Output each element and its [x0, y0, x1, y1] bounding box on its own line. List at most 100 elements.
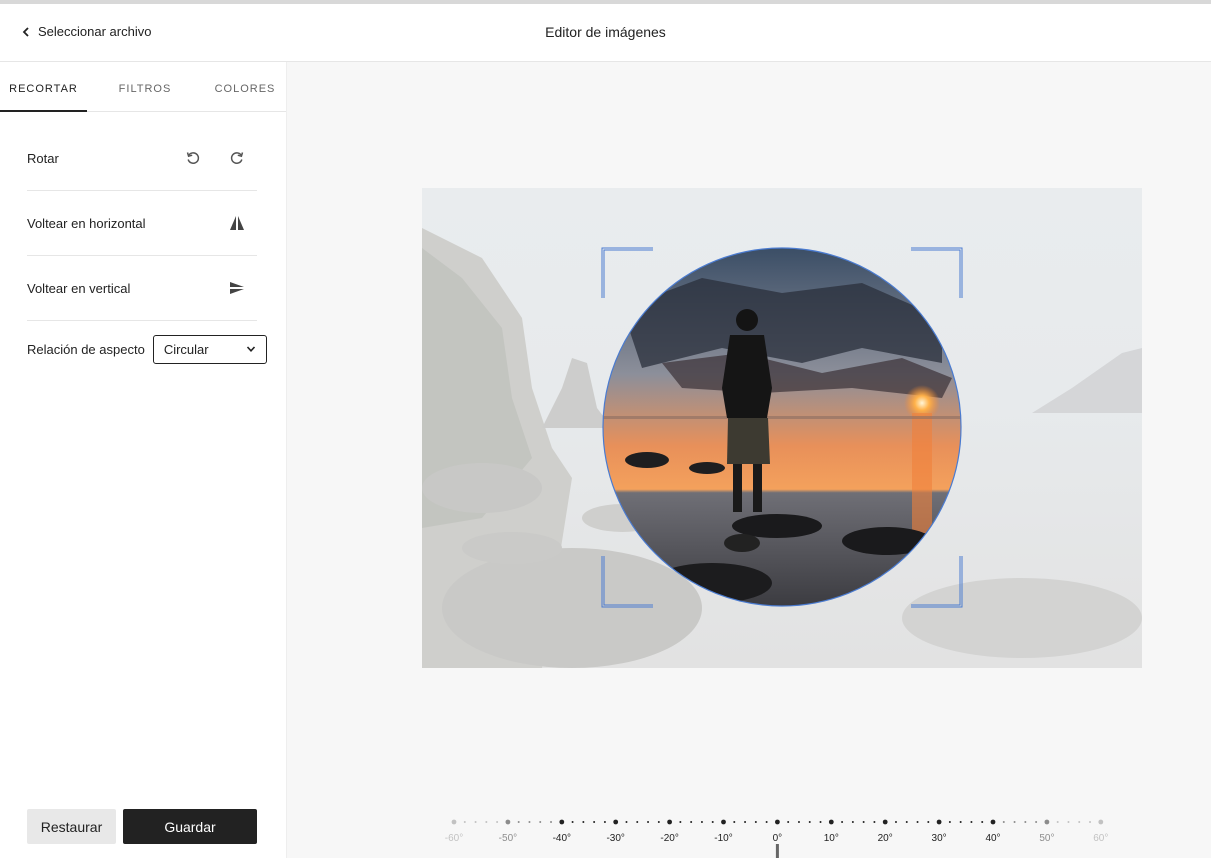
- ruler-minor-tick: [636, 821, 639, 823]
- ruler-minor-tick: [797, 821, 800, 823]
- tab-filtros[interactable]: FILTROS: [100, 62, 190, 112]
- ruler-minor-tick: [733, 821, 736, 823]
- ruler-minor-tick: [517, 821, 520, 823]
- tab-recortar[interactable]: RECORTAR: [0, 62, 87, 112]
- rotation-ruler-svg[interactable]: -60° -50° -40° -30° -20° -10° 0° 10° 20° 30° 40° 50…: [442, 807, 1122, 858]
- aspect-ratio-select[interactable]: Circular: [152, 334, 267, 364]
- ruler-tick-label: -40°: [553, 833, 571, 844]
- rotate-left-icon: [186, 152, 200, 164]
- ruler-minor-tick: [819, 821, 822, 823]
- ruler-minor-tick: [690, 821, 693, 823]
- ruler-tick-label: 30°: [932, 833, 947, 844]
- ruler-major-tick: [613, 819, 619, 825]
- ruler-minor-tick: [841, 821, 844, 823]
- ruler-tick-label: 10°: [824, 833, 839, 844]
- ruler-minor-tick: [851, 821, 854, 823]
- ruler-major-tick: [451, 819, 457, 825]
- image-canvas[interactable]: [422, 188, 1142, 668]
- ruler-minor-tick: [711, 821, 714, 823]
- header: Seleccionar archivo Editor de imágenes: [0, 4, 1211, 62]
- ruler-tick-label: 0°: [773, 833, 783, 844]
- sidebar: RECORTAR FILTROS COLORES Rotar Voltear e…: [0, 62, 287, 858]
- ruler-minor-tick: [1035, 821, 1038, 823]
- ruler-minor-tick: [463, 821, 466, 823]
- ruler-minor-tick: [550, 821, 553, 823]
- ruler-minor-tick: [894, 821, 897, 823]
- ruler-tick-label: 50°: [1039, 833, 1054, 844]
- ruler-minor-tick: [981, 821, 984, 823]
- ruler-minor-tick: [603, 821, 606, 823]
- ruler-minor-tick: [1067, 821, 1070, 823]
- ruler-minor-tick: [754, 821, 757, 823]
- flip-vertical-icon: [230, 282, 244, 294]
- ruler-minor-tick: [787, 821, 790, 823]
- ruler-minor-tick: [744, 821, 747, 823]
- active-tab-indicator: [0, 110, 87, 112]
- ruler-minor-tick: [959, 821, 962, 823]
- ruler-tick-label: -10°: [714, 833, 732, 844]
- rotation-ruler[interactable]: -60° -50° -40° -30° -20° -10° 0° 10° 20° 30° 40° 50…: [442, 807, 1122, 858]
- ruler-minor-tick: [571, 821, 574, 823]
- tab-bar: RECORTAR FILTROS COLORES: [0, 62, 286, 112]
- page-title: Editor de imágenes: [545, 24, 666, 40]
- ruler-major-tick: [1044, 819, 1050, 825]
- canvas-area: -60° -50° -40° -30° -20° -10° 0° 10° 20° 30° 40° 50…: [287, 62, 1211, 858]
- ruler-tick-label: -30°: [606, 833, 624, 844]
- ruler-minor-tick: [1002, 821, 1005, 823]
- rotate-left-button[interactable]: [183, 148, 203, 168]
- flip-horizontal-button[interactable]: [227, 213, 247, 233]
- ruler-minor-tick: [679, 821, 682, 823]
- ruler-minor-tick: [625, 821, 628, 823]
- ruler-major-tick: [775, 819, 780, 825]
- ruler-minor-tick: [647, 821, 650, 823]
- rotation-indicator[interactable]: [775, 844, 779, 858]
- ruler-major-tick: [667, 819, 672, 825]
- reset-button[interactable]: Restaurar: [27, 809, 116, 844]
- flip-horizontal-label: Voltear en horizontal: [27, 215, 146, 231]
- ruler-tick-label: -50°: [499, 833, 517, 844]
- chevron-down-icon: [246, 346, 256, 352]
- ruler-minor-tick: [539, 821, 542, 823]
- flip-horizontal-row: Voltear en horizontal: [27, 191, 257, 256]
- ruler-tick-label: 40°: [985, 833, 1000, 844]
- ruler-minor-tick: [808, 821, 811, 823]
- ruler-minor-tick: [528, 821, 531, 823]
- tab-colores[interactable]: COLORES: [200, 62, 290, 112]
- ruler-minor-tick: [765, 821, 768, 823]
- ruler-tick-label: -60°: [445, 833, 463, 844]
- rotate-right-icon: [230, 152, 244, 164]
- ruler-minor-tick: [593, 821, 596, 823]
- ruler-minor-tick: [1078, 821, 1081, 823]
- save-button[interactable]: Guardar: [123, 809, 257, 844]
- ruler-minor-tick: [700, 821, 703, 823]
- ruler-minor-tick: [485, 821, 488, 823]
- ruler-minor-tick: [873, 821, 876, 823]
- rotate-label: Rotar: [27, 150, 59, 166]
- aspect-ratio-value: Circular: [163, 341, 209, 357]
- ruler-major-tick: [1098, 819, 1104, 825]
- flip-vertical-label: Voltear en vertical: [27, 280, 131, 296]
- ruler-major-tick: [882, 819, 888, 825]
- ruler-minor-tick: [970, 821, 973, 823]
- ruler-tick-label: 60°: [1093, 833, 1108, 844]
- ruler-minor-tick: [474, 821, 477, 823]
- ruler-major-tick: [505, 819, 511, 825]
- ruler-minor-tick: [657, 821, 660, 823]
- ruler-major-tick: [828, 819, 834, 825]
- photo-image: [422, 188, 1142, 668]
- ruler-tick-label: 20°: [878, 833, 893, 844]
- rotate-row: Rotar: [27, 126, 257, 191]
- ruler-minor-tick: [1013, 821, 1016, 823]
- rotate-right-button[interactable]: [227, 148, 247, 168]
- ruler-major-tick: [990, 819, 996, 825]
- ruler-minor-tick: [905, 821, 908, 823]
- ruler-minor-tick: [916, 821, 919, 823]
- flip-vertical-button[interactable]: [227, 278, 247, 298]
- ruler-minor-tick: [1056, 821, 1059, 823]
- ruler-minor-tick: [1024, 821, 1027, 823]
- aspect-ratio-label: Relación de aspecto: [27, 341, 145, 357]
- ruler-minor-tick: [927, 821, 930, 823]
- ruler-major-tick: [559, 819, 565, 825]
- ruler-major-tick: [721, 819, 726, 825]
- flip-vertical-row: Voltear en vertical: [27, 256, 257, 321]
